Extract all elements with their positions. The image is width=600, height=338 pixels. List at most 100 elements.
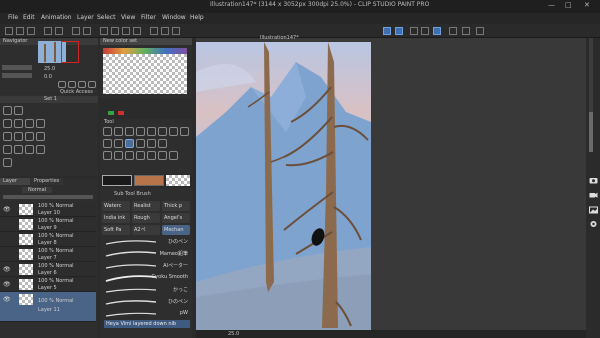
- minimize-button[interactable]: —: [548, 1, 555, 9]
- navigator-rotation-value[interactable]: 0.0: [44, 74, 52, 80]
- new-file-icon[interactable]: [5, 27, 13, 35]
- stabilizer-icon[interactable]: [383, 27, 391, 35]
- eye-icon[interactable]: 👁: [3, 266, 11, 273]
- flip-v-icon[interactable]: [36, 145, 45, 154]
- fit-icon[interactable]: [78, 81, 86, 88]
- move-tool-icon[interactable]: [114, 127, 123, 136]
- fill-tool-icon[interactable]: [158, 139, 167, 148]
- menu-edit[interactable]: Edit: [23, 14, 35, 21]
- brush-tab-angels[interactable]: Angel's: [162, 213, 190, 223]
- pen-pressure-icon[interactable]: [395, 27, 403, 35]
- zoom-out-icon[interactable]: [68, 81, 76, 88]
- brush-tab-watercolor[interactable]: Waterc: [102, 201, 130, 211]
- rotation-slider[interactable]: [2, 73, 32, 78]
- brush-tab-a2[interactable]: A2ペ: [132, 225, 160, 235]
- zoom-in-icon[interactable]: [58, 81, 66, 88]
- menu-filter[interactable]: Filter: [141, 14, 156, 21]
- layer-new-icon[interactable]: [3, 145, 12, 154]
- blend-mode-select[interactable]: Normal: [22, 187, 53, 193]
- transparent-color-swatch[interactable]: [166, 175, 190, 186]
- layer-row[interactable]: 👁 100 % Normal Layer 6: [0, 262, 96, 277]
- camera-icon[interactable]: [589, 176, 598, 184]
- eraser-tool-icon[interactable]: [136, 139, 145, 148]
- close-button[interactable]: ✕: [584, 1, 590, 9]
- pen-tool-icon[interactable]: [180, 127, 189, 136]
- navigator-zoom-value[interactable]: 25.0: [44, 66, 55, 72]
- navigator-view-frame[interactable]: [61, 41, 79, 63]
- menu-view[interactable]: View: [121, 14, 135, 21]
- text-tool-icon[interactable]: [147, 151, 156, 160]
- layer-row[interactable]: 👁 100 % Normal Layer 5: [0, 277, 96, 292]
- pencil-tool-icon[interactable]: [103, 139, 112, 148]
- brush-size-icon[interactable]: [410, 27, 418, 35]
- brush-item[interactable]: Gyoku Smooth: [102, 272, 190, 284]
- layer-row[interactable]: 100 % Normal Layer 8: [0, 232, 96, 247]
- gallery-icon[interactable]: [589, 206, 598, 214]
- menu-layer[interactable]: Layer: [77, 14, 94, 21]
- brush-item[interactable]: AIペーター: [102, 260, 190, 272]
- zoom-tool-icon[interactable]: [103, 127, 112, 136]
- transform-icon[interactable]: [100, 27, 108, 35]
- menu-window[interactable]: Window: [162, 14, 186, 21]
- redo-tool-icon[interactable]: [14, 106, 23, 115]
- color-swatch-green[interactable]: [108, 111, 114, 115]
- flip-icon[interactable]: [88, 81, 96, 88]
- layer-merge-icon[interactable]: [14, 145, 23, 154]
- layer-row[interactable]: 100 % Normal Layer 9: [0, 217, 96, 232]
- video-icon[interactable]: [589, 191, 598, 199]
- undo-tool-icon[interactable]: [3, 106, 12, 115]
- brush-tab-india-ink[interactable]: India ink: [102, 213, 130, 223]
- brush-tab-soft-pastel[interactable]: Soft Pa: [102, 225, 130, 235]
- figure-tool-icon[interactable]: [114, 151, 123, 160]
- flip-h-icon[interactable]: [25, 145, 34, 154]
- menu-select[interactable]: Select: [97, 14, 116, 21]
- canvas-tab[interactable]: Illustration147*: [260, 35, 299, 41]
- scissors-icon[interactable]: [14, 119, 23, 128]
- correct-line-tool-icon[interactable]: [169, 151, 178, 160]
- properties-tab[interactable]: Properties: [31, 178, 63, 185]
- rotate-tool-icon[interactable]: [136, 127, 145, 136]
- eyedrop-tool-icon[interactable]: [169, 127, 178, 136]
- ruler-icon[interactable]: [150, 27, 158, 35]
- redo-icon[interactable]: [55, 27, 63, 35]
- zoom-slider[interactable]: [2, 65, 32, 70]
- hand-tool-icon[interactable]: [125, 127, 134, 136]
- eye-icon[interactable]: 👁: [3, 296, 11, 303]
- ruler-tool-icon[interactable]: [136, 151, 145, 160]
- palette-icon[interactable]: [449, 27, 457, 35]
- opacity-icon[interactable]: [421, 27, 429, 35]
- undo-icon[interactable]: [44, 27, 52, 35]
- menu-file[interactable]: File: [8, 14, 18, 21]
- main-color-swatch[interactable]: [102, 175, 132, 186]
- layer-tab[interactable]: Layer: [0, 178, 30, 185]
- brush-tab-mechanical[interactable]: Mechan: [162, 225, 190, 235]
- gear-icon[interactable]: [589, 220, 598, 228]
- selection-border-icon[interactable]: [133, 27, 141, 35]
- brush-tool-icon[interactable]: [125, 139, 134, 148]
- gradient-tool-icon[interactable]: [103, 151, 112, 160]
- eye-icon[interactable]: 👁: [3, 281, 11, 288]
- invert-selection-icon[interactable]: [122, 27, 130, 35]
- color-swatch-grid[interactable]: [103, 48, 187, 94]
- layer-property-icon[interactable]: [476, 27, 484, 35]
- brush-tab-realistic[interactable]: Realist: [132, 201, 160, 211]
- wand-tool-icon[interactable]: [158, 127, 167, 136]
- blend-tool-icon[interactable]: [147, 139, 156, 148]
- brush-item[interactable]: ひのペン: [102, 236, 190, 248]
- airbrush-tool-icon[interactable]: [114, 139, 123, 148]
- antialias-icon[interactable]: [433, 27, 441, 35]
- copy-icon[interactable]: [25, 119, 34, 128]
- color-set-title[interactable]: New color set: [100, 38, 192, 45]
- brush-item[interactable]: かっこ: [102, 284, 190, 296]
- wand-icon[interactable]: [36, 132, 45, 141]
- balloon-tool-icon[interactable]: [158, 151, 167, 160]
- lasso-icon[interactable]: [3, 132, 12, 141]
- ellipse-select-icon[interactable]: [25, 132, 34, 141]
- eye-icon[interactable]: 👁: [3, 206, 11, 213]
- snap-grid-icon[interactable]: [172, 27, 180, 35]
- brush-item[interactable]: pW: [102, 308, 190, 320]
- deselect-icon[interactable]: [111, 27, 119, 35]
- maximize-button[interactable]: □: [565, 1, 572, 9]
- brush-item[interactable]: Mameo鉛筆: [102, 248, 190, 260]
- canvas-scrollbar-thumb[interactable]: [589, 112, 593, 152]
